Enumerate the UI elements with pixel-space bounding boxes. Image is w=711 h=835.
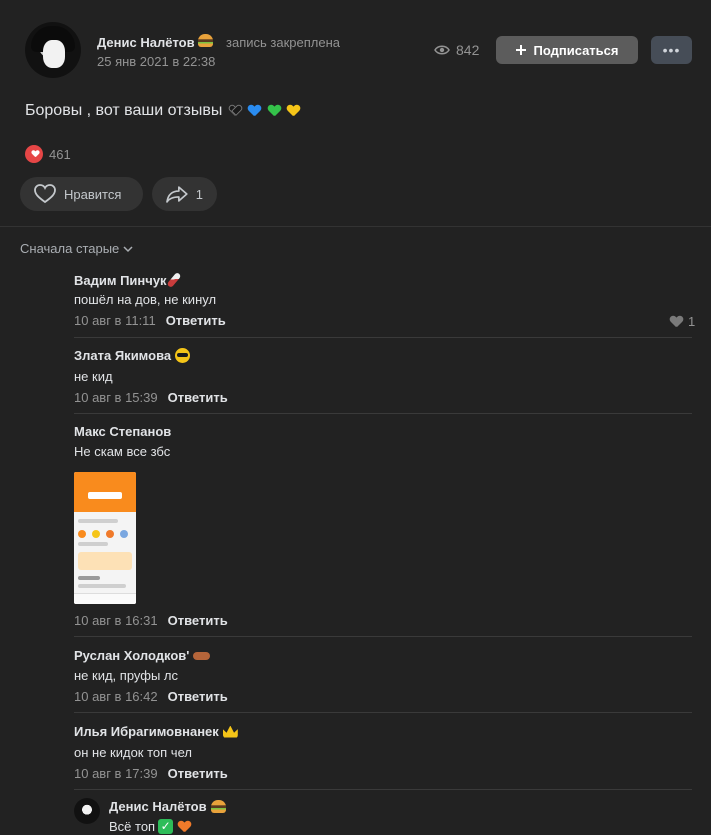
reply-button[interactable]: Ответить <box>168 613 228 628</box>
reply-text: Всё топ ✓ <box>109 819 191 834</box>
comment-meta: 10 авг в 16:42 Ответить <box>74 689 228 704</box>
comment-author[interactable]: Вадим Пинчук <box>74 271 182 289</box>
post-author-label[interactable]: Денис Налётов <box>97 35 195 50</box>
comment-meta: 10 авг в 11:11 Ответить <box>74 313 226 328</box>
subscribe-button[interactable]: Подписаться <box>496 36 638 64</box>
reply-author-avatar[interactable] <box>74 798 100 824</box>
comment-author-label[interactable]: Злата Якимова <box>74 348 171 363</box>
comment-date[interactable]: 10 авг в 15:39 <box>74 390 158 405</box>
reply-button[interactable]: Ответить <box>166 313 226 328</box>
share-button[interactable]: 1 <box>152 177 217 211</box>
reply-button[interactable]: Ответить <box>168 390 228 405</box>
comment-divider <box>74 636 692 637</box>
comment-date[interactable]: 10 авг в 17:39 <box>74 766 158 781</box>
like-reaction-icon <box>25 145 43 163</box>
plus-icon <box>516 45 527 55</box>
chevron-down-icon <box>123 245 133 252</box>
sausage-emoji-icon <box>193 651 211 660</box>
post-date[interactable]: 25 янв 2021 в 22:38 <box>97 54 215 69</box>
black-heart-emoji-icon <box>229 105 242 117</box>
green-heart-emoji-icon <box>268 105 281 117</box>
comment-meta: 10 авг в 15:39 Ответить <box>74 390 228 405</box>
comment-author[interactable]: Руслан Холодков' <box>74 648 211 663</box>
comment-divider <box>74 789 692 790</box>
eye-icon <box>434 45 450 55</box>
likes-summary[interactable]: 461 <box>25 145 71 163</box>
reply-text-content: Всё топ <box>109 819 156 834</box>
heart-icon <box>670 316 683 328</box>
comment-text: он не кидок топ чел <box>74 745 192 760</box>
comment-author-label[interactable]: Илья Ибрагимовнанек <box>74 724 219 739</box>
like-label: Нравится <box>64 186 122 202</box>
sort-label: Сначала старые <box>20 241 120 256</box>
comment-author-label[interactable]: Руслан Холодков' <box>74 648 189 663</box>
heart-outline-icon <box>34 184 56 204</box>
reply-author-label[interactable]: Денис Налётов <box>109 799 207 814</box>
crown-emoji-icon <box>222 725 238 738</box>
burger-emoji-icon <box>210 800 226 813</box>
divider <box>0 226 711 227</box>
comment-date[interactable]: 10 авг в 11:11 <box>74 313 156 328</box>
subscribe-label: Подписаться <box>533 42 619 58</box>
comment-photo-attachment[interactable] <box>74 472 136 604</box>
burger-emoji-icon <box>198 34 214 47</box>
more-dots-icon: ••• <box>662 42 681 58</box>
views-count: 842 <box>456 42 480 58</box>
comment-date[interactable]: 10 авг в 16:42 <box>74 689 158 704</box>
check-mark-emoji-icon: ✓ <box>158 819 174 834</box>
reply-button[interactable]: Ответить <box>168 766 228 781</box>
comment-author-label[interactable]: Макс Степанов <box>74 424 171 439</box>
pinned-label: запись закреплена <box>226 35 340 50</box>
comment-divider <box>74 413 692 414</box>
comment-text: не кид, пруфы лс <box>74 668 178 683</box>
comment-author[interactable]: Макс Степанов <box>74 424 171 439</box>
share-count: 1 <box>195 186 203 202</box>
reply-author[interactable]: Денис Налётов <box>109 799 226 814</box>
comment-date[interactable]: 10 авг в 16:31 <box>74 613 158 628</box>
yellow-heart-emoji-icon <box>287 105 300 117</box>
likes-count: 461 <box>49 146 71 162</box>
blue-heart-emoji-icon <box>248 105 261 117</box>
more-actions-button[interactable]: ••• <box>651 36 692 64</box>
pen-emoji-icon <box>166 271 182 289</box>
share-arrow-icon <box>166 186 188 203</box>
orange-heart-emoji-icon <box>178 821 191 833</box>
post-text: Боровы , вот ваши отзывы <box>25 102 300 120</box>
comment-divider <box>74 712 692 713</box>
reply-button[interactable]: Ответить <box>168 689 228 704</box>
author-avatar[interactable] <box>25 22 81 78</box>
comment-author-label[interactable]: Вадим Пинчук <box>74 273 167 288</box>
sunglasses-emoji-icon <box>175 348 191 363</box>
comment-text: Не скам все збс <box>74 444 171 459</box>
comment-divider <box>74 337 692 338</box>
comment-text: пошёл на дов, не кинул <box>74 292 217 307</box>
comment-like-count: 1 <box>688 314 696 329</box>
like-button[interactable]: Нравится <box>20 177 143 211</box>
comments-sort-dropdown[interactable]: Сначала старые <box>20 241 133 256</box>
comment-author[interactable]: Злата Якимова <box>74 348 191 363</box>
post-author-name[interactable]: Денис Налётов <box>97 34 214 50</box>
comment-author[interactable]: Илья Ибрагимовнанек <box>74 724 238 739</box>
post-text-content: Боровы , вот ваши отзывы <box>25 102 223 119</box>
views-counter: 842 <box>434 42 479 58</box>
comment-like-button[interactable]: 1 <box>668 314 695 329</box>
comment-meta: 10 авг в 17:39 Ответить <box>74 766 228 781</box>
comment-meta: 10 авг в 16:31 Ответить <box>74 613 228 628</box>
comment-text: не кид <box>74 369 113 384</box>
